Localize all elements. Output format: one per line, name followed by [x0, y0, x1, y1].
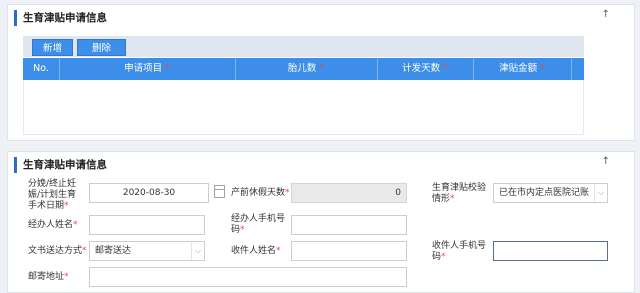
required-mark: * [64, 201, 69, 211]
agent-phone-label: 经办人手机号 码* [231, 214, 285, 236]
label-text: 文书送达方式 [28, 246, 83, 256]
mail-address-label: 邮寄地址* [28, 272, 69, 283]
label-text: 码 [231, 225, 241, 235]
selected-value: 已在市内定点医院记账 [499, 188, 590, 198]
delete-button[interactable]: 删除 [77, 39, 126, 56]
verify-situation-label: 生育津贴校验 情形* [432, 183, 486, 205]
required-mark: * [82, 246, 87, 256]
label-text: 邮寄地址 [28, 272, 65, 282]
label-line: 分娩/终止妊 [28, 179, 77, 189]
table-header: No. 申请项目 * 胎儿数 * 计发天数 * 津贴金额 * [23, 58, 584, 80]
agent-name-label: 经办人姓名* [28, 220, 78, 231]
table-toolbar: 新增 删除 [23, 36, 584, 57]
required-mark: * [443, 63, 448, 74]
collapse-up-icon[interactable]: ↑ [602, 9, 610, 20]
label-text: 情形 [432, 194, 451, 204]
required-mark: * [450, 194, 455, 204]
add-button[interactable]: 新增 [32, 39, 73, 56]
selected-value: 邮寄送达 [95, 246, 132, 256]
agent-phone-input[interactable] [291, 215, 407, 235]
column-header-item[interactable]: 申请项目 * [59, 58, 235, 80]
label-text: 收件人姓名 [231, 246, 277, 256]
delivery-method-select[interactable]: 邮寄送达 ⌵ [89, 241, 205, 261]
recipient-phone-label: 收件人手机号 码* [432, 241, 486, 263]
column-label: 申请项目 [124, 63, 163, 74]
column-header-amount[interactable]: 津贴金额 * [473, 58, 571, 80]
prenatal-days-label: 产前休假天数* [231, 188, 290, 199]
column-label: 计发天数 [402, 63, 441, 74]
subsidy-items-panel: 生育津贴申请信息 ↑ 新增 删除 No. 申请项目 * 胎儿数 * 计发天数 *… [7, 4, 635, 141]
panel-title: 生育津贴申请信息 [14, 157, 107, 173]
required-mark: * [64, 272, 69, 282]
label-text: 码 [432, 252, 442, 262]
column-label: 津贴金额 [499, 63, 538, 74]
column-label: No. [33, 63, 49, 74]
verify-situation-select[interactable]: 已在市内定点医院记账 ⌵ [493, 183, 608, 203]
label-line: 码* [432, 252, 486, 263]
label-line: 情形* [432, 194, 486, 205]
label-line: 娠/计划生育 [28, 190, 77, 200]
mail-address-input[interactable] [89, 267, 407, 287]
label-text: 产前休假天数 [231, 188, 286, 198]
agent-name-input[interactable] [89, 215, 205, 235]
required-mark: * [165, 63, 170, 74]
chevron-down-icon[interactable]: ⌵ [594, 184, 607, 202]
calendar-icon[interactable] [214, 185, 225, 198]
subsidy-application-form: 生育津贴申请信息 ↑ 分娩/终止妊 娠/计划生育 手术日期* 2020-08-3… [7, 151, 635, 293]
column-header-no: No. [23, 58, 59, 80]
end-date-label: 分娩/终止妊 娠/计划生育 手术日期* [28, 179, 76, 212]
panel-title: 生育津贴申请信息 [14, 10, 107, 26]
label-line: 码* [231, 225, 285, 236]
prenatal-days-input: 0 [291, 183, 407, 203]
label-line: 经办人手机号 [231, 214, 286, 224]
label-text: 经办人姓名 [28, 220, 74, 230]
required-mark: * [276, 246, 281, 256]
recipient-name-label: 收件人姓名* [231, 246, 281, 257]
required-mark: * [540, 63, 545, 74]
table-body [23, 80, 584, 135]
column-header-days[interactable]: 计发天数 * [377, 58, 473, 80]
label-text: 手术日期 [28, 201, 65, 211]
required-mark: * [319, 63, 325, 74]
column-label: 胎儿数 [287, 63, 317, 74]
label-line: 收件人手机号 [432, 241, 487, 251]
delivery-method-label: 文书送达方式* [28, 246, 87, 257]
required-mark: * [285, 188, 290, 198]
end-date-input[interactable]: 2020-08-30 [89, 183, 209, 203]
recipient-name-input[interactable] [291, 241, 407, 261]
column-divider [571, 58, 572, 80]
column-header-fetus-count[interactable]: 胎儿数 * [235, 58, 377, 80]
required-mark: * [240, 225, 245, 235]
label-line: 手术日期* [28, 201, 76, 212]
collapse-up-icon[interactable]: ↑ [602, 156, 610, 167]
recipient-phone-input[interactable] [493, 241, 608, 261]
required-mark: * [73, 220, 78, 230]
required-mark: * [441, 252, 446, 262]
label-line: 生育津贴校验 [432, 183, 487, 193]
chevron-down-icon[interactable]: ⌵ [191, 242, 204, 260]
